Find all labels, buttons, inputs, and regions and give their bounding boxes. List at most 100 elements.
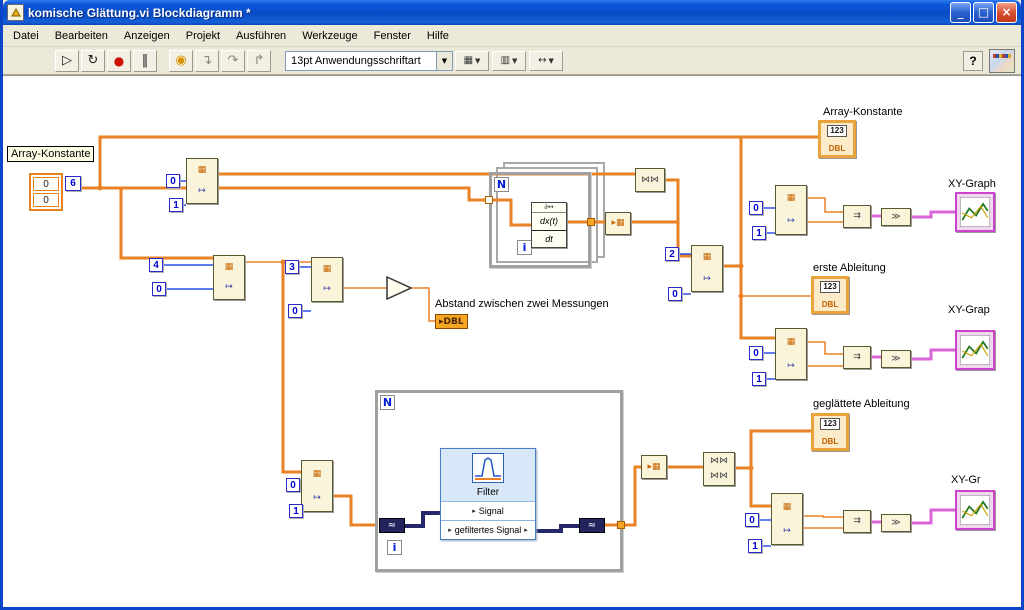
indicator-label[interactable]: geglättete Ableitung xyxy=(813,398,910,410)
local-variable-dbl[interactable]: ▸DBL xyxy=(435,314,468,329)
titlebar[interactable]: komische Glättung.vi Blockdiagramm * _ □… xyxy=(3,0,1021,25)
loop-tunnel[interactable] xyxy=(485,196,493,204)
bundle-node[interactable]: ⇉ xyxy=(843,510,871,533)
numeric-constant[interactable]: 0 xyxy=(668,287,682,301)
build-array-node[interactable]: ▸▦ xyxy=(605,212,631,235)
menu-item-bearbeiten[interactable]: Bearbeiten xyxy=(47,27,116,45)
dynamic-data-input-terminal[interactable]: ≈ xyxy=(379,518,405,533)
numeric-constant[interactable]: 4 xyxy=(149,258,163,272)
numeric-constant[interactable]: 0 xyxy=(749,201,763,215)
bundle-icon: ⇉ xyxy=(853,516,861,526)
array-constant[interactable]: 0 0 xyxy=(29,173,63,211)
graph-label[interactable]: XY-Grap xyxy=(948,304,990,316)
numeric-constant[interactable]: 0 xyxy=(286,478,300,492)
xy-graph-terminal[interactable] xyxy=(955,330,995,370)
graph-label[interactable]: XY-Graph xyxy=(948,178,996,190)
numeric-constant[interactable]: 0 xyxy=(749,346,763,360)
font-ring[interactable]: 13pt Anwendungsschriftart ▼ xyxy=(285,50,453,71)
numeric-constant[interactable]: 0 xyxy=(166,174,180,188)
distribute-objects-dropdown[interactable]: ▥ ▼ xyxy=(492,50,526,71)
bundle-icon: ⇉ xyxy=(853,352,861,362)
minimize-button[interactable]: _ xyxy=(950,2,971,23)
step-over-button[interactable]: ↷ xyxy=(221,49,245,72)
maximize-button[interactable]: □ xyxy=(973,2,994,23)
font-ring-dropdown-icon[interactable]: ▼ xyxy=(436,51,452,70)
xy-graph-terminal[interactable] xyxy=(955,192,995,232)
derivative-formula-node[interactable]: ∂↔ dx(t) dt xyxy=(531,202,567,248)
express-vi-input-row[interactable]: ▸ Signal xyxy=(441,501,535,521)
close-button[interactable]: × xyxy=(996,2,1017,23)
filter-express-vi[interactable]: Filter ▸ Signal ▸ gefiltertes Signal ▸ xyxy=(440,448,536,540)
pause-button[interactable]: ‖ xyxy=(133,49,157,72)
step-into-button[interactable]: ↴ xyxy=(195,49,219,72)
loop-count-terminal[interactable]: N xyxy=(380,395,395,410)
menu-item-hilfe[interactable]: Hilfe xyxy=(419,27,457,45)
bundle-node[interactable]: ⇉ xyxy=(843,205,871,228)
free-label-array-constant[interactable]: Array-Konstante xyxy=(7,146,95,162)
numeric-constant[interactable]: 0 xyxy=(288,304,302,318)
array-element[interactable]: 0 xyxy=(33,193,59,207)
numeric-constant[interactable]: 6 xyxy=(65,176,81,191)
index-array-node[interactable]: ▦ ↦ xyxy=(311,257,343,302)
index-array-node[interactable]: ▦ ↦ xyxy=(775,185,807,235)
dynamic-data-output-terminal[interactable]: ≈ xyxy=(579,518,605,533)
indicator-label[interactable]: erste Ableitung xyxy=(813,262,886,274)
loop-count-terminal[interactable]: N xyxy=(494,177,509,192)
index-array-node[interactable]: ▦ ↦ xyxy=(213,255,245,300)
arithmetic-node[interactable] xyxy=(386,276,412,300)
index-array-node[interactable]: ▦ ↦ xyxy=(301,460,333,512)
menu-item-anzeigen[interactable]: Anzeigen xyxy=(116,27,178,45)
vi-run-state-icon[interactable] xyxy=(989,49,1015,73)
dbl-array-indicator[interactable]: 123 DBL xyxy=(811,413,849,451)
express-vi-output-row[interactable]: ▸ gefiltertes Signal ▸ xyxy=(441,520,535,539)
step-out-button[interactable]: ↱ xyxy=(247,49,271,72)
block-diagram-canvas[interactable]: Array-Konstante 0 0 6 ▦ ↦ 0 1 ▦ ↦ 4 0 ▦ … xyxy=(3,75,1021,607)
menu-item-werkzeuge[interactable]: Werkzeuge xyxy=(294,27,365,45)
numeric-constant[interactable]: 1 xyxy=(752,226,766,240)
array-element[interactable]: 0 xyxy=(33,177,59,191)
menu-item-fenster[interactable]: Fenster xyxy=(366,27,419,45)
numeric-constant[interactable]: 1 xyxy=(289,504,303,518)
index-array-node[interactable]: ▦ ↦ xyxy=(691,245,723,292)
numeric-constant[interactable]: 0 xyxy=(152,282,166,296)
interleave-arrays-node[interactable]: ⋈⋈ xyxy=(635,168,665,192)
index-array-node[interactable]: ▦ ↦ xyxy=(186,158,218,204)
numeric-constant[interactable]: 0 xyxy=(745,513,759,527)
convert-node[interactable]: ≫ xyxy=(881,350,911,368)
help-button[interactable]: ? xyxy=(963,51,983,71)
dbl-array-indicator[interactable]: 123 DBL xyxy=(811,276,849,314)
loop-tunnel[interactable] xyxy=(617,521,625,529)
numeric-constant[interactable]: 1 xyxy=(752,372,766,386)
numeric-constant[interactable]: 2 xyxy=(665,247,679,261)
convert-node[interactable]: ≫ xyxy=(881,208,911,226)
graph-label[interactable]: XY-Gr xyxy=(951,474,981,486)
build-array-node[interactable]: ▸▦ xyxy=(641,455,667,479)
numeric-constant[interactable]: 1 xyxy=(748,539,762,553)
align-objects-dropdown[interactable]: ▦ ▼ xyxy=(455,50,489,71)
run-button[interactable]: ▷ xyxy=(55,49,79,72)
menubar: Datei Bearbeiten Anzeigen Projekt Ausfüh… xyxy=(3,25,1021,47)
menu-item-datei[interactable]: Datei xyxy=(5,27,47,45)
bundle-node[interactable]: ⇉ xyxy=(843,346,871,369)
numeric-constant[interactable]: 1 xyxy=(169,198,183,212)
xy-graph-terminal[interactable] xyxy=(955,490,995,530)
indicator-label[interactable]: Array-Konstante xyxy=(823,106,902,118)
resize-objects-dropdown[interactable]: ↔ ▼ xyxy=(529,50,563,71)
index-array-node[interactable]: ▦ ↦ xyxy=(775,328,807,380)
index-array-node[interactable]: ▦ ↦ xyxy=(771,493,803,545)
loop-iteration-terminal[interactable]: i xyxy=(517,240,532,255)
loop-tunnel[interactable] xyxy=(587,218,595,226)
run-continuous-button[interactable]: ↻ xyxy=(81,49,105,72)
abort-button[interactable]: ● xyxy=(107,49,131,72)
dbl-type-label: DBL xyxy=(821,437,839,446)
interleave-arrays-node[interactable]: ⋈⋈ ⋈⋈ xyxy=(703,452,735,486)
convert-node[interactable]: ≫ xyxy=(881,514,911,532)
menu-item-ausfuehren[interactable]: Ausführen xyxy=(228,27,294,45)
loop-iteration-terminal[interactable]: i xyxy=(387,540,402,555)
local-variable-label[interactable]: Abstand zwischen zwei Messungen xyxy=(435,298,609,310)
dbl-array-indicator[interactable]: 123 DBL xyxy=(818,120,856,158)
numeric-123-icon: 123 xyxy=(820,281,840,293)
numeric-constant[interactable]: 3 xyxy=(285,260,299,274)
menu-item-projekt[interactable]: Projekt xyxy=(178,27,228,45)
highlight-execution-button[interactable]: ◉ xyxy=(169,49,193,72)
